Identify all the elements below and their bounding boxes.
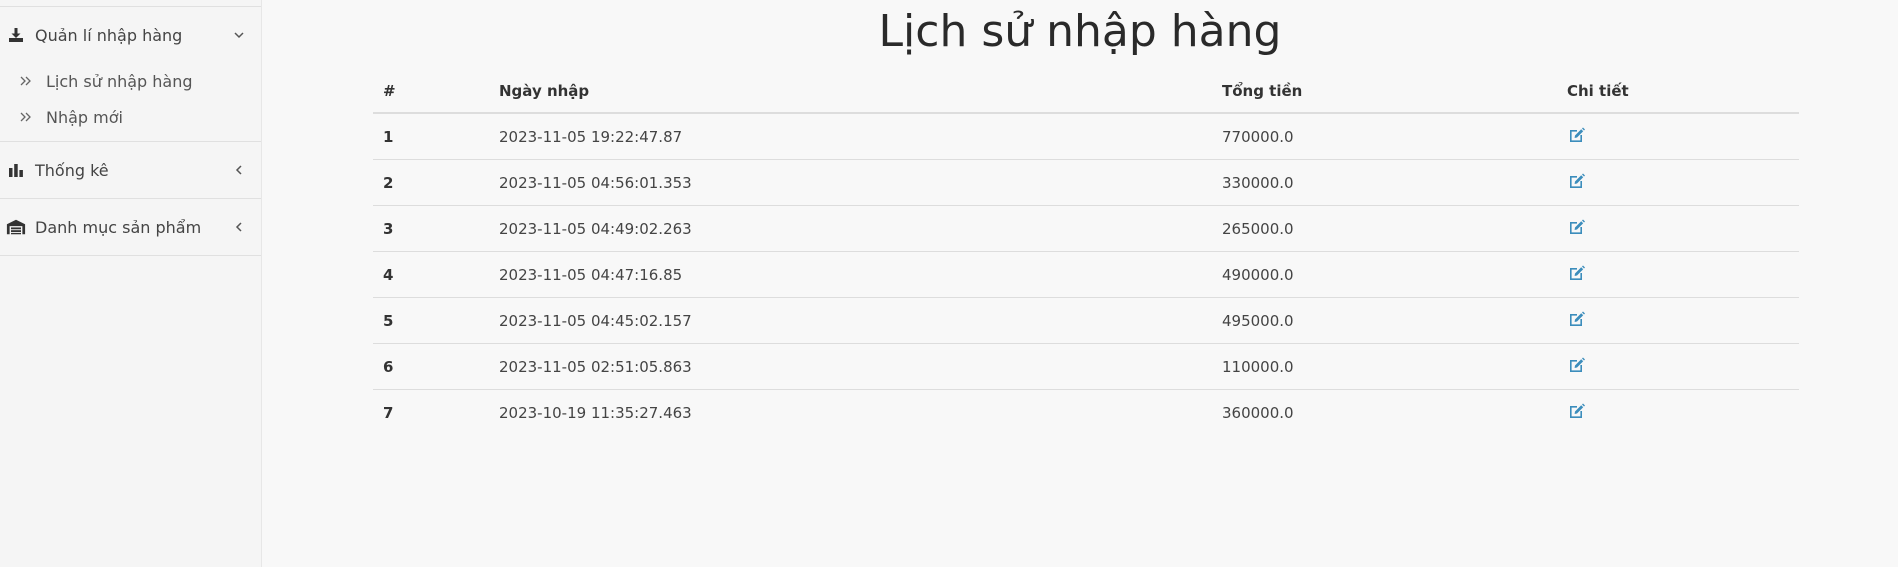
table-row: 2 2023-11-05 04:56:01.353 330000.0 — [373, 159, 1799, 206]
column-header-detail: Chi tiết — [1557, 70, 1799, 114]
row-import-date: 2023-11-05 19:22:47.87 — [489, 113, 1212, 160]
column-header-total: Tổng tiền — [1212, 70, 1557, 114]
row-total-amount: 490000.0 — [1212, 251, 1557, 298]
chevron-left-icon[interactable] — [233, 221, 245, 233]
table-row: 7 2023-10-19 11:35:27.463 360000.0 — [373, 390, 1799, 436]
row-index: 1 — [373, 113, 489, 160]
table-row: 5 2023-11-05 04:45:02.157 495000.0 — [373, 297, 1799, 344]
row-detail-cell — [1557, 343, 1799, 390]
row-import-date: 2023-10-19 11:35:27.463 — [499, 403, 692, 422]
table-row: 1 2023-11-05 19:22:47.87 770000.0 — [373, 113, 1799, 160]
import-history-table-wrap: # Ngày nhập Tổng tiền Chi tiết 1 2023-11-… — [373, 70, 1799, 435]
column-header-index: # — [373, 70, 489, 114]
sidebar-item-import-management[interactable]: Quản lí nhập hàng — [0, 7, 261, 63]
chevron-down-icon[interactable] — [233, 29, 245, 41]
row-import-date: 2023-11-05 04:47:16.85 — [489, 251, 1212, 298]
table-header-row: # Ngày nhập Tổng tiền Chi tiết — [373, 70, 1799, 114]
sidebar-subitem-label: Nhập mới — [46, 107, 123, 127]
row-index: 6 — [373, 343, 489, 390]
download-tray-icon — [6, 25, 26, 45]
row-detail-cell — [1557, 251, 1799, 298]
table-row: 4 2023-11-05 04:47:16.85 490000.0 — [373, 251, 1799, 298]
row-import-date: 2023-11-05 04:56:01.353 — [489, 159, 1212, 206]
edit-icon[interactable] — [1567, 171, 1587, 191]
row-detail-cell — [1557, 297, 1799, 344]
sidebar-item-label: Danh mục sản phẩm — [35, 217, 202, 237]
row-total-amount: 360000.0 — [1222, 403, 1294, 422]
row-index: 7 — [383, 403, 394, 422]
sidebar-item-product-catalog[interactable]: Danh mục sản phẩm — [0, 199, 261, 255]
sidebar: Quản lí nhập hàng Lịch sử nhập hàng Nhập… — [0, 0, 262, 567]
sidebar-subitem-label: Lịch sử nhập hàng — [46, 71, 193, 91]
nav-group-import: Quản lí nhập hàng Lịch sử nhập hàng Nhập… — [0, 6, 261, 142]
sidebar-subitem-import-history[interactable]: Lịch sử nhập hàng — [0, 63, 261, 99]
app-root: Quản lí nhập hàng Lịch sử nhập hàng Nhập… — [0, 0, 1898, 567]
row-import-date: 2023-11-05 04:45:02.157 — [489, 297, 1212, 344]
row-total-amount: 265000.0 — [1212, 205, 1557, 252]
sidebar-item-statistics[interactable]: Thống kê — [0, 142, 261, 198]
row-index: 2 — [373, 159, 489, 206]
edit-icon[interactable] — [1567, 125, 1587, 145]
double-chevron-right-icon — [20, 74, 34, 88]
row-detail-cell — [1557, 390, 1799, 436]
nav-group-catalog: Danh mục sản phẩm — [0, 199, 261, 256]
edit-icon[interactable] — [1567, 309, 1587, 329]
warehouse-icon — [6, 217, 26, 237]
sidebar-subitem-new-import[interactable]: Nhập mới — [0, 99, 261, 135]
edit-icon[interactable] — [1567, 401, 1587, 421]
table-body: 1 2023-11-05 19:22:47.87 770000.0 2 2023-11-… — [373, 113, 1799, 435]
sidebar-item-label: Quản lí nhập hàng — [35, 25, 183, 45]
double-chevron-right-icon — [20, 110, 34, 124]
row-index: 5 — [373, 297, 489, 344]
import-submenu: Lịch sử nhập hàng Nhập mới — [0, 63, 261, 141]
edit-icon[interactable] — [1567, 217, 1587, 237]
row-total-amount: 110000.0 — [1212, 343, 1557, 390]
row-index: 4 — [373, 251, 489, 298]
column-header-date: Ngày nhập — [489, 70, 1212, 114]
row-detail-cell — [1557, 159, 1799, 206]
table-row: 6 2023-11-05 02:51:05.863 110000.0 — [373, 343, 1799, 390]
page-title: Lịch sử nhập hàng — [878, 6, 1282, 57]
sidebar-item-label: Thống kê — [35, 160, 109, 180]
row-detail-cell — [1557, 113, 1799, 160]
import-history-table: # Ngày nhập Tổng tiền Chi tiết 1 2023-11-… — [373, 70, 1799, 435]
row-index: 3 — [373, 205, 489, 252]
row-total-amount: 770000.0 — [1212, 113, 1557, 160]
row-detail-cell — [1557, 205, 1799, 252]
row-total-amount: 330000.0 — [1212, 159, 1557, 206]
edit-icon[interactable] — [1567, 355, 1587, 375]
table-row: 3 2023-11-05 04:49:02.263 265000.0 — [373, 205, 1799, 252]
row-import-date: 2023-11-05 04:49:02.263 — [489, 205, 1212, 252]
row-total-amount: 495000.0 — [1212, 297, 1557, 344]
row-import-date: 2023-11-05 02:51:05.863 — [489, 343, 1212, 390]
bar-chart-icon — [6, 160, 26, 180]
chevron-left-icon[interactable] — [233, 164, 245, 176]
nav-group-statistics: Thống kê — [0, 142, 261, 199]
main-content: Lịch sử nhập hàng # Ngày nhập Tổng tiền … — [262, 0, 1898, 567]
edit-icon[interactable] — [1567, 263, 1587, 283]
